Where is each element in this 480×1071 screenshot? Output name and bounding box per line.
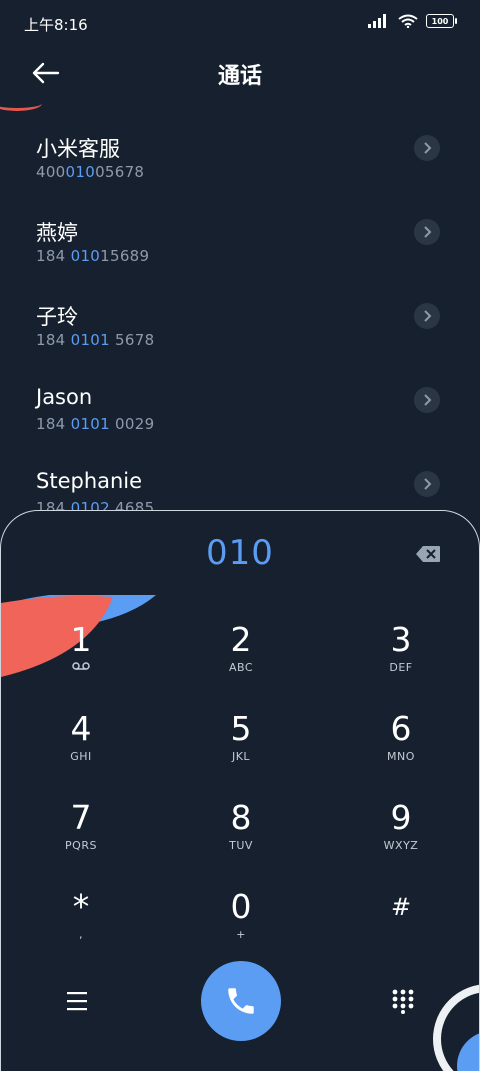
contact-name: Stephanie	[36, 469, 143, 493]
number-suffix: 0029	[109, 415, 155, 433]
backspace-icon	[416, 546, 440, 562]
key-digit: 1	[70, 620, 92, 659]
contact-number: 184 01015689	[36, 247, 149, 265]
status-bar: 上午8:16 100	[0, 0, 480, 46]
contact-detail-button[interactable]	[414, 219, 440, 245]
decorative-red-curve	[0, 96, 42, 111]
key-letters: ABC	[228, 661, 254, 674]
contact-number: 184 0101 5678	[36, 331, 154, 349]
key-letters	[351, 928, 451, 942]
dialpad-toggle-button[interactable]	[391, 988, 415, 1014]
number-match: 0101	[70, 415, 110, 433]
key-letters: MNO	[387, 750, 415, 763]
contact-name: 小米客服	[36, 137, 120, 161]
key-star[interactable]: * ,	[31, 888, 131, 968]
battery-icon: 100	[426, 14, 457, 28]
key-6[interactable]: 6 MNO	[351, 710, 451, 790]
key-7[interactable]: 7 PQRS	[31, 799, 131, 879]
key-letters: JKL	[231, 750, 251, 763]
key-digit: 7	[70, 798, 92, 837]
key-letters: WXYZ	[383, 839, 419, 852]
chevron-right-icon	[424, 226, 432, 238]
call-button[interactable]	[201, 961, 281, 1041]
list-item[interactable]: 子玲 184 0101 5678	[0, 293, 480, 377]
key-digit: 0	[230, 887, 252, 926]
page-title: 通话	[217, 64, 262, 89]
list-item[interactable]: Jason 184 0101 0029	[0, 377, 480, 461]
contact-detail-button[interactable]	[414, 303, 440, 329]
contact-name: 子玲	[36, 305, 78, 329]
key-letters: TUV	[229, 839, 253, 852]
chevron-right-icon	[424, 478, 432, 490]
contact-detail-button[interactable]	[414, 471, 440, 497]
number-match: 0101	[70, 331, 110, 349]
contact-number: 40001005678	[36, 163, 144, 181]
chevron-right-icon	[424, 142, 432, 154]
contact-name: Jason	[36, 385, 93, 409]
dialpad-icon	[392, 989, 414, 1014]
list-item[interactable]: 小米客服 40001005678	[0, 125, 480, 209]
voicemail-icon	[31, 661, 131, 675]
number-prefix: 400	[36, 163, 66, 181]
chevron-right-icon	[424, 394, 432, 406]
number-prefix: 184	[36, 415, 71, 433]
contact-list: 小米客服 40001005678 燕婷 184 01015689 子玲 184 …	[0, 125, 480, 545]
key-letters: GHI	[70, 750, 92, 763]
key-digit: 3	[390, 620, 412, 659]
number-match: 010	[65, 163, 96, 181]
key-1[interactable]: 1	[31, 621, 131, 701]
key-letters: DEF	[389, 661, 413, 674]
key-letters: ,	[79, 928, 83, 941]
key-digit: 4	[70, 709, 92, 748]
contact-number: 184 0101 0029	[36, 415, 154, 433]
key-digit: #	[390, 893, 412, 921]
key-hash[interactable]: #	[351, 888, 451, 968]
number-suffix: 15689	[100, 247, 150, 265]
key-digit: 8	[230, 798, 252, 837]
key-8[interactable]: 8 TUV	[191, 799, 291, 879]
key-digit: 6	[390, 709, 412, 748]
status-time: 上午8:16	[24, 16, 88, 34]
number-match: 010	[70, 247, 101, 265]
key-3[interactable]: 3 DEF	[351, 621, 451, 701]
dial-input[interactable]: 010	[1, 533, 479, 573]
key-4[interactable]: 4 GHI	[31, 710, 131, 790]
backspace-button[interactable]	[415, 545, 441, 563]
header: 通话	[0, 46, 480, 106]
contact-detail-button[interactable]	[414, 135, 440, 161]
key-letters: PQRS	[65, 839, 97, 852]
list-item[interactable]: 燕婷 184 01015689	[0, 209, 480, 293]
contact-name: 燕婷	[36, 221, 78, 245]
key-9[interactable]: 9 WXYZ	[351, 799, 451, 879]
signal-icon	[368, 14, 386, 28]
chevron-right-icon	[424, 310, 432, 322]
key-digit: 2	[230, 620, 252, 659]
key-digit: *	[72, 887, 90, 926]
number-prefix: 184	[36, 331, 71, 349]
menu-icon	[67, 992, 87, 1011]
status-icons: 100	[368, 14, 457, 28]
number-prefix: 184	[36, 247, 71, 265]
wifi-icon	[398, 14, 418, 28]
number-suffix: 5678	[109, 331, 155, 349]
key-0[interactable]: 0 +	[191, 888, 291, 968]
menu-button[interactable]	[65, 989, 89, 1013]
dialer-bottom-bar	[1, 961, 479, 1043]
battery-level: 100	[431, 16, 449, 26]
key-5[interactable]: 5 JKL	[191, 710, 291, 790]
contact-detail-button[interactable]	[414, 387, 440, 413]
phone-icon	[228, 988, 254, 1014]
key-letters: +	[236, 928, 246, 941]
key-2[interactable]: 2 ABC	[191, 621, 291, 701]
key-digit: 9	[390, 798, 412, 837]
dialer-sheet: 010 1 2 ABC 3 DEF 4 GHI 5 JKL 6 MNO 7 PQ…	[0, 510, 480, 1071]
number-suffix: 05678	[95, 163, 145, 181]
key-digit: 5	[230, 709, 252, 748]
